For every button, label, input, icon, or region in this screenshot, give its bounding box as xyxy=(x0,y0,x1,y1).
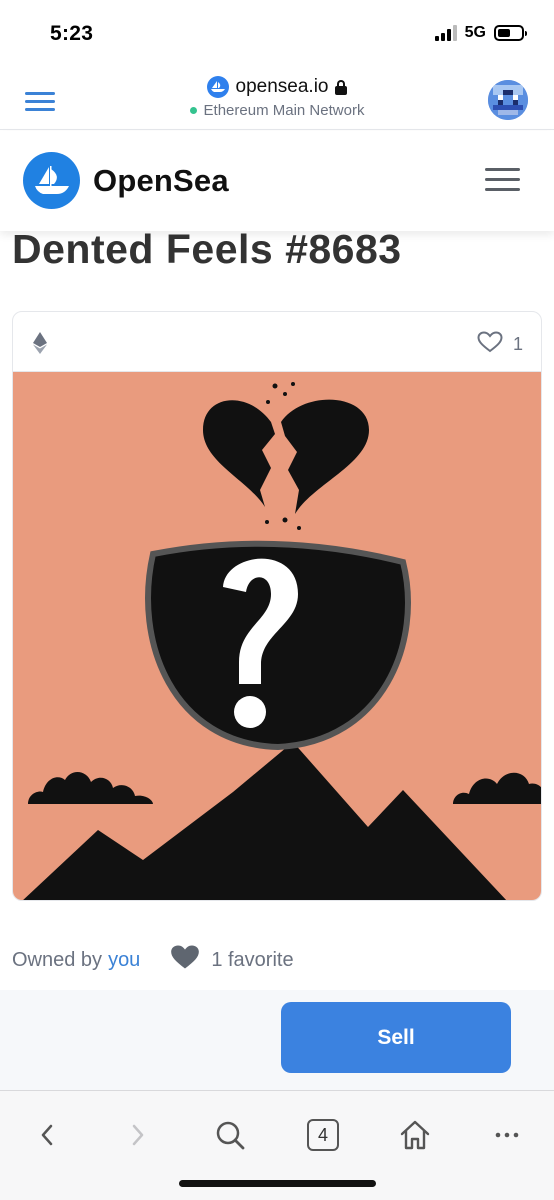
site-favicon-icon xyxy=(206,76,229,98)
action-bar: Sell xyxy=(0,990,554,1090)
signal-icon xyxy=(434,25,457,41)
network-label: Ethereum Main Network xyxy=(203,102,365,119)
ethereum-icon xyxy=(33,332,47,359)
home-indicator xyxy=(179,1180,376,1187)
more-icon[interactable] xyxy=(487,1115,527,1155)
sell-button[interactable]: Sell xyxy=(281,1002,511,1073)
tabs-icon[interactable]: 4 xyxy=(303,1115,343,1155)
nft-artwork[interactable] xyxy=(13,372,541,900)
avatar[interactable] xyxy=(488,80,528,120)
address-bar[interactable]: opensea.io Ethereum Main Network xyxy=(0,76,554,119)
battery-icon xyxy=(494,25,527,41)
owner-row: Owned by you 1 favorite xyxy=(12,944,294,976)
item-card: 1 xyxy=(12,311,542,901)
item-title: Dented Feels #8683 xyxy=(12,226,402,272)
chevron-right-icon[interactable] xyxy=(118,1115,158,1155)
network-type: 5G xyxy=(464,24,486,41)
site-brand[interactable]: OpenSea xyxy=(93,163,229,199)
site-header: OpenSea xyxy=(0,131,554,231)
favorite-count: 1 xyxy=(512,334,523,354)
network-status-dot xyxy=(189,107,197,114)
owned-by-label: Owned by xyxy=(12,948,103,971)
heart-filled-icon xyxy=(170,944,200,976)
opensea-logo-icon[interactable] xyxy=(23,152,80,209)
status-indicators: 5G xyxy=(434,24,527,42)
favorites-summary: 1 favorite xyxy=(170,944,294,976)
url-text: opensea.io xyxy=(235,76,329,97)
search-icon[interactable] xyxy=(210,1115,250,1155)
favorites-label: 1 favorite xyxy=(211,948,294,971)
status-bar: 5:23 5G xyxy=(0,0,554,68)
heart-outline-icon[interactable] xyxy=(477,331,503,358)
chevron-left-icon[interactable] xyxy=(27,1115,67,1155)
favorite-group[interactable]: 1 xyxy=(477,331,523,358)
site-menu-icon[interactable] xyxy=(485,168,520,192)
lock-icon xyxy=(335,79,348,95)
tab-count: 4 xyxy=(307,1119,339,1151)
browser-bar: opensea.io Ethereum Main Network xyxy=(0,68,554,130)
status-time: 5:23 xyxy=(50,22,94,45)
home-icon[interactable] xyxy=(395,1115,435,1155)
card-header: 1 xyxy=(13,312,541,372)
owner-link[interactable]: you xyxy=(108,949,140,972)
